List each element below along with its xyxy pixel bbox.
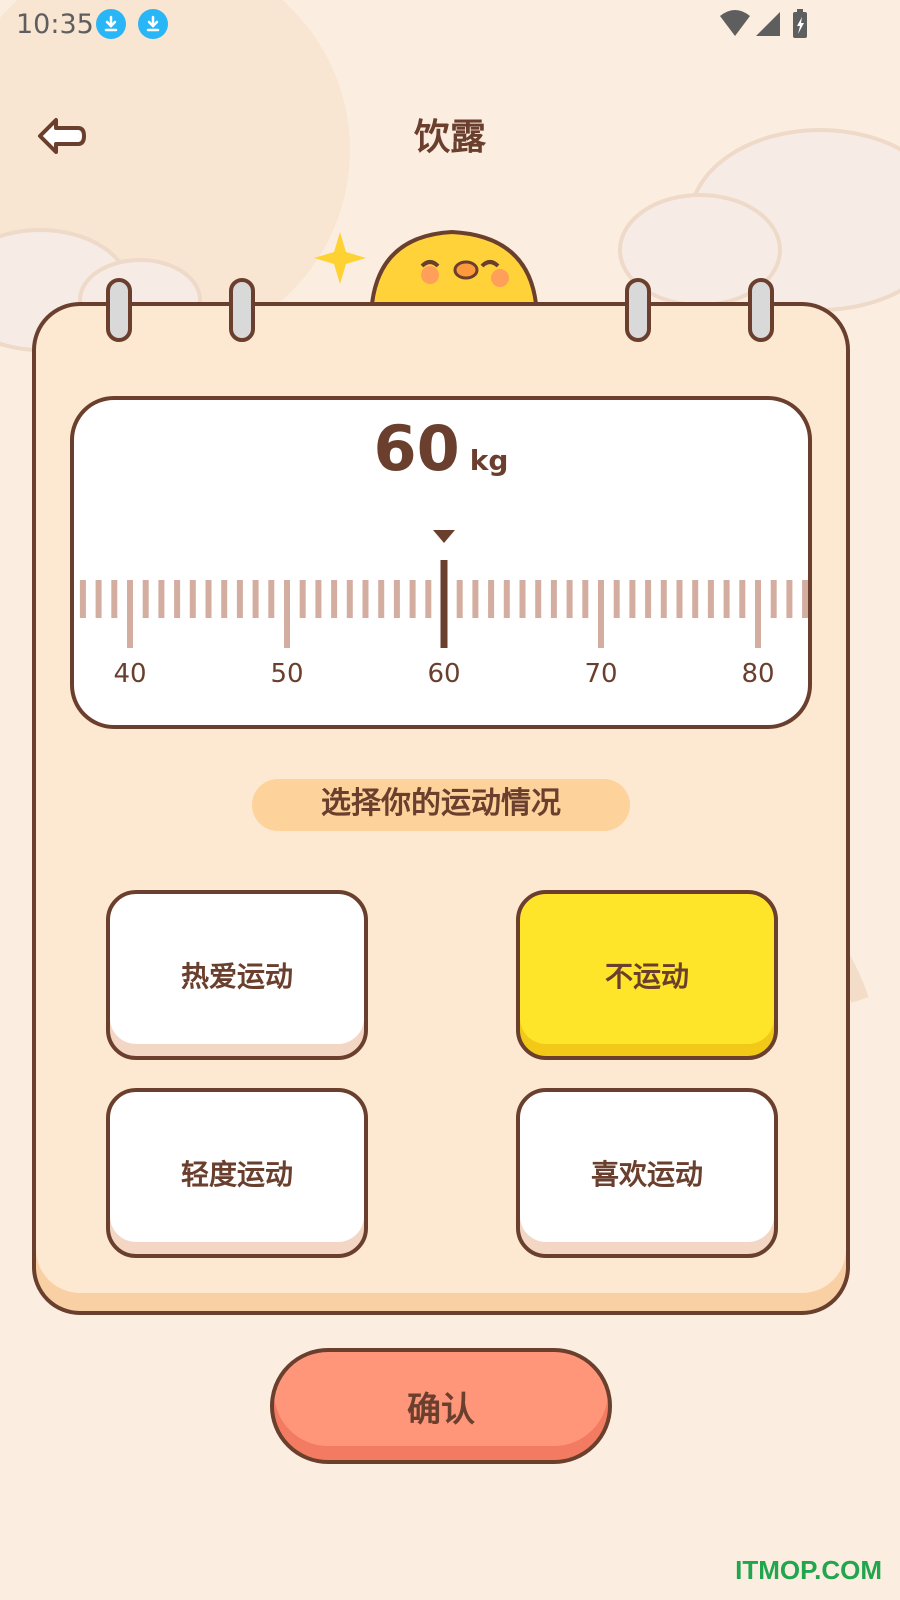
- status-icons: [720, 9, 807, 38]
- status-bar: 10:35: [0, 0, 900, 50]
- ruler-label: 80: [741, 659, 774, 689]
- page-title: 饮露: [413, 117, 486, 158]
- battery-charging-icon: [793, 9, 807, 38]
- back-arrow-icon: [38, 118, 86, 154]
- signal-icon: [756, 12, 780, 36]
- confirm-button[interactable]: 确认: [270, 1348, 612, 1464]
- back-button[interactable]: [34, 114, 90, 158]
- weight-ruler-panel[interactable]: 60 kg 40 50 60 70 80: [70, 396, 812, 729]
- ruler-label: 70: [584, 659, 617, 689]
- option-no-exercise[interactable]: 不运动: [516, 890, 778, 1060]
- download-icon: [138, 9, 168, 39]
- wifi-icon: [720, 10, 750, 36]
- watermark: ITMOP.COM: [735, 1555, 882, 1585]
- ruler-label: 60: [427, 659, 460, 689]
- ruler-pointer-icon: [433, 530, 455, 543]
- ruler-label: 40: [113, 659, 146, 689]
- weight-ruler[interactable]: 40 50 60 70 80: [74, 400, 812, 729]
- option-light-exercise[interactable]: 轻度运动: [106, 1088, 368, 1258]
- download-icon: [96, 9, 126, 39]
- option-like-exercise[interactable]: 喜欢运动: [516, 1088, 778, 1258]
- activity-section-label: 选择你的运动情况: [252, 779, 630, 831]
- ruler-label: 50: [270, 659, 303, 689]
- option-love-exercise[interactable]: 热爱运动: [106, 890, 368, 1060]
- status-time: 10:35: [16, 9, 94, 40]
